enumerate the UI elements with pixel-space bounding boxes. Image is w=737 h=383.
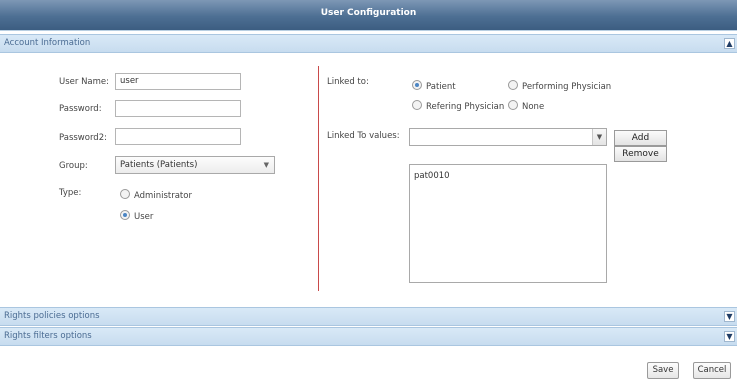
- radio-circle-icon: [508, 100, 518, 110]
- linked-values-label: Linked To values:: [327, 131, 400, 141]
- type-label: Type:: [59, 188, 82, 198]
- expand-chevron-down-icon[interactable]: ▼: [724, 311, 735, 322]
- remove-button[interactable]: Remove: [614, 146, 667, 162]
- linked-values-listbox[interactable]: pat0010: [409, 164, 607, 283]
- cancel-button[interactable]: Cancel: [693, 362, 731, 379]
- chevron-down-icon: ▼: [263, 161, 269, 169]
- linked-radio-patient[interactable]: Patient: [412, 80, 456, 92]
- linked-radio-none-label: None: [522, 102, 545, 112]
- add-button[interactable]: Add: [614, 130, 667, 146]
- type-radio-administrator-label: Administrator: [134, 191, 192, 201]
- section-account-information[interactable]: Account Information ▲: [0, 34, 737, 53]
- radio-circle-icon: [508, 80, 518, 90]
- password2-label: Password2:: [59, 133, 107, 143]
- linked-radio-performing-physician[interactable]: Performing Physician: [508, 80, 611, 92]
- type-radio-administrator[interactable]: Administrator: [120, 189, 192, 201]
- section-account-information-label: Account Information: [4, 38, 91, 48]
- expand-chevron-down-icon[interactable]: ▼: [724, 331, 735, 342]
- radio-selected-icon: [120, 210, 130, 220]
- column-divider: [318, 66, 319, 291]
- linked-values-combo[interactable]: ▼: [409, 128, 607, 146]
- linked-radio-patient-label: Patient: [426, 82, 456, 92]
- section-rights-policies-label: Rights policies options: [4, 311, 100, 321]
- password-label: Password:: [59, 104, 102, 114]
- chevron-down-icon[interactable]: ▼: [592, 129, 606, 145]
- linked-radio-refering-physician[interactable]: Refering Physician: [412, 100, 504, 112]
- radio-selected-icon: [412, 80, 422, 90]
- section-rights-policies[interactable]: Rights policies options ▼: [0, 307, 737, 326]
- type-radio-user[interactable]: User: [120, 210, 153, 222]
- collapse-chevron-up-icon[interactable]: ▲: [724, 38, 735, 49]
- section-rights-filters[interactable]: Rights filters options ▼: [0, 327, 737, 346]
- group-select-value: Patients (Patients): [120, 160, 198, 170]
- linked-radio-performing-physician-label: Performing Physician: [522, 82, 612, 92]
- radio-circle-icon: [412, 100, 422, 110]
- linked-radio-refering-physician-label: Refering Physician: [426, 102, 505, 112]
- password2-input[interactable]: [115, 128, 241, 145]
- window-title: User Configuration: [0, 0, 737, 31]
- username-input[interactable]: user: [115, 73, 241, 90]
- type-radio-user-label: User: [134, 212, 154, 222]
- list-item[interactable]: pat0010: [414, 171, 602, 181]
- section-rights-filters-label: Rights filters options: [4, 331, 92, 341]
- password-input[interactable]: [115, 100, 241, 117]
- linked-radio-none[interactable]: None: [508, 100, 544, 112]
- radio-circle-icon: [120, 189, 130, 199]
- username-label: User Name:: [59, 77, 110, 87]
- linked-to-label: Linked to:: [327, 77, 369, 87]
- group-label: Group:: [59, 161, 88, 171]
- save-button[interactable]: Save: [647, 362, 679, 379]
- group-select[interactable]: Patients (Patients) ▼: [115, 156, 275, 174]
